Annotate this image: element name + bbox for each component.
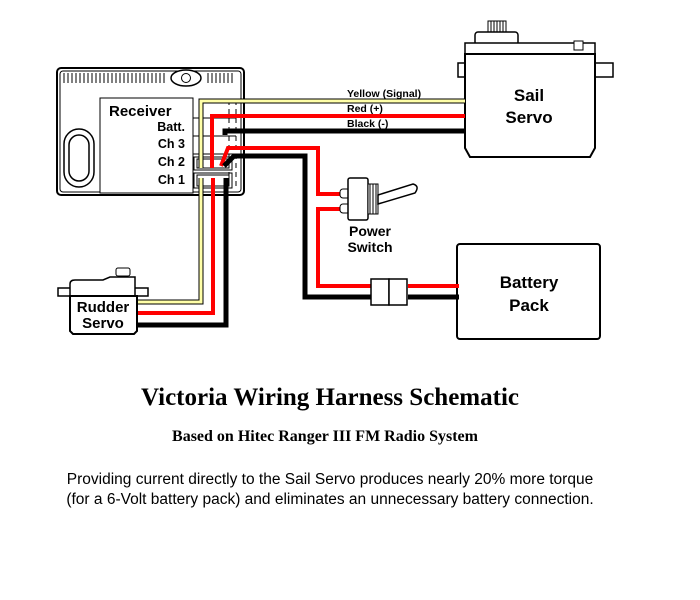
power-switch: Power Switch (339, 177, 418, 255)
wiring-diagram: Receiver Batt. Ch 3 Ch 2 Ch 1 Sail Servo… (56, 20, 614, 340)
negative-wire-label: Black (-) (347, 118, 388, 130)
port-ch3: Ch 3 (158, 137, 185, 151)
page-title: Victoria Wiring Harness Schematic (141, 384, 519, 411)
switch-label-1: Power (349, 223, 392, 239)
sail-servo-label-1: Sail (514, 86, 544, 105)
battery-wires (219, 146, 459, 306)
receiver-label: Receiver (109, 103, 172, 120)
port-ch1: Ch 1 (158, 173, 185, 187)
battery-pack: Battery Pack (456, 243, 601, 340)
note-line-1: Providing current directly to the Sail S… (66, 471, 594, 488)
note-line-2: (for a 6-Volt battery pack) and eliminat… (66, 491, 594, 508)
battery-label-2: Pack (509, 296, 549, 315)
battery-connector (370, 278, 408, 306)
positive-wire-label: Red (+) (347, 103, 383, 115)
positive-wire (210, 114, 465, 168)
rudder-servo-label-1: Rudder (77, 299, 130, 316)
negative-wire (222, 128, 465, 135)
port-ch2: Ch 2 (158, 155, 185, 169)
rudder-servo: Rudder Servo (57, 267, 149, 335)
sail-servo-label-2: Servo (505, 108, 552, 127)
signal-wire-label: Yellow (Signal) (347, 88, 421, 100)
subtitle: Based on Hitec Ranger III FM Radio Syste… (172, 428, 478, 445)
receiver: Receiver Batt. Ch 3 Ch 2 Ch 1 (56, 67, 245, 196)
rudder-servo-label-2: Servo (82, 315, 124, 332)
sail-servo: Sail Servo (457, 20, 614, 158)
switch-label-2: Switch (347, 239, 392, 255)
rudder-servo-wires (137, 178, 229, 328)
port-batt: Batt. (157, 120, 185, 134)
battery-label-1: Battery (500, 273, 559, 292)
